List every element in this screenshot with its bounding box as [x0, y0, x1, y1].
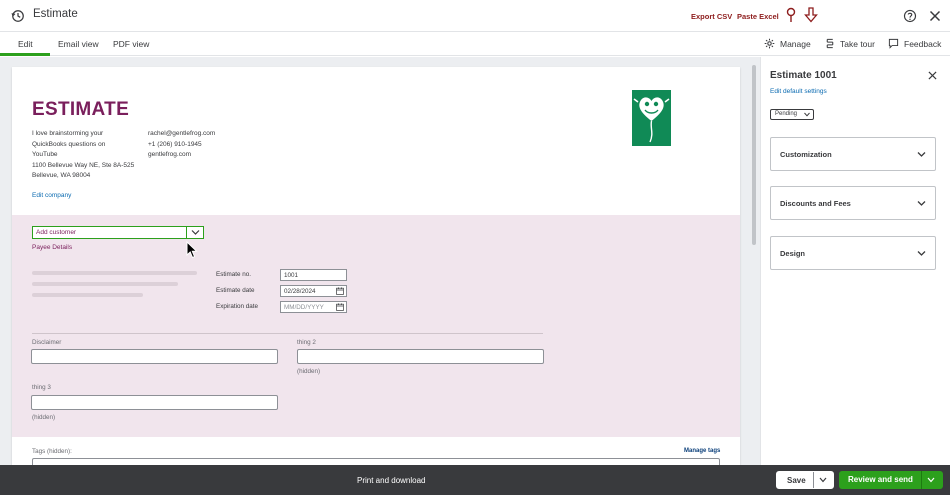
estimate-no-value: 1001: [284, 272, 299, 279]
thing3-label: thing 3: [32, 384, 51, 391]
tab-email-view[interactable]: Email view: [58, 39, 99, 49]
close-icon[interactable]: [928, 71, 937, 80]
loading-placeholder: [32, 271, 197, 275]
feedback-icon: [888, 38, 899, 49]
add-customer-dropdown[interactable]: Add customer: [32, 226, 204, 239]
company-line: I love brainstorming your: [32, 130, 104, 137]
review-split-divider: [921, 471, 922, 489]
manage-button[interactable]: Manage: [764, 38, 811, 49]
save-split-divider: [813, 472, 814, 488]
calendar-icon[interactable]: [336, 303, 344, 311]
pin-icon[interactable]: [785, 7, 797, 23]
mouse-cursor-icon: [186, 241, 198, 259]
company-line: QuickBooks questions on: [32, 140, 106, 148]
manage-label: Manage: [780, 39, 811, 49]
export-csv-link[interactable]: Export CSV: [691, 12, 732, 21]
chevron-down-icon[interactable]: [927, 477, 935, 483]
disclaimer-field[interactable]: [31, 349, 278, 364]
disclaimer-label: Disclaimer: [32, 339, 62, 346]
take-tour-button[interactable]: Take tour: [825, 38, 875, 49]
loading-placeholder: [32, 293, 143, 297]
frog-heart-logo[interactable]: [632, 90, 671, 146]
loading-placeholder: [32, 282, 178, 286]
feedback-button[interactable]: Feedback: [888, 38, 942, 49]
customization-label: Customization: [780, 150, 832, 159]
tab-edit[interactable]: Edit: [18, 39, 33, 49]
tour-icon: [826, 38, 834, 49]
discounts-fees-label: Discounts and Fees: [780, 199, 851, 208]
thing3-field[interactable]: [31, 395, 278, 410]
chevron-down-icon: [917, 251, 926, 256]
chevron-down-icon[interactable]: [186, 227, 203, 238]
feedback-label: Feedback: [904, 39, 942, 49]
expiration-date-label: Expiration date: [216, 303, 259, 310]
manage-tags-link[interactable]: Manage tags: [684, 448, 720, 454]
paste-excel-link[interactable]: Paste Excel: [737, 12, 779, 21]
customization-section[interactable]: Customization: [770, 137, 936, 171]
gear-icon: [764, 38, 775, 49]
chevron-down-icon: [917, 152, 926, 157]
status-dropdown[interactable]: Pending: [770, 109, 815, 120]
thing2-label: thing 2: [297, 339, 316, 346]
edit-default-settings-link[interactable]: Edit default settings: [770, 88, 827, 95]
estimate-no-label: Estimate no.: [216, 271, 251, 278]
review-send-button[interactable]: Review and send: [839, 471, 943, 489]
save-label: Save: [787, 476, 806, 485]
customer-section: Add customer Payee Details Estimate no. …: [12, 215, 740, 437]
chevron-down-icon: [804, 112, 810, 117]
thing2-field[interactable]: [297, 349, 544, 364]
view-tabs: Edit Email view PDF view Manage Take tou…: [0, 32, 950, 56]
tags-field[interactable]: [32, 458, 720, 465]
calendar-icon[interactable]: [336, 287, 344, 295]
section-divider: [32, 333, 543, 334]
close-icon[interactable]: [929, 10, 941, 22]
company-line: YouTube: [32, 151, 58, 158]
contact-website: gentlefrog.com: [148, 151, 191, 158]
estimate-heading: ESTIMATE: [32, 99, 130, 120]
chevron-down-icon[interactable]: [819, 477, 827, 483]
expiration-date-placeholder: MM/DD/YYYY: [284, 304, 324, 311]
company-line: Bellevue, WA 98004: [32, 172, 91, 179]
estimate-no-field[interactable]: 1001: [280, 269, 347, 281]
estimate-date-label: Estimate date: [216, 287, 255, 294]
tab-pdf-view[interactable]: PDF view: [113, 39, 149, 49]
save-button[interactable]: Save: [776, 471, 834, 489]
tags-label: Tags (hidden):: [32, 448, 72, 455]
company-info[interactable]: I love brainstorming your QuickBooks que…: [32, 129, 147, 182]
payee-details-link[interactable]: Payee Details: [32, 244, 72, 251]
take-tour-label: Take tour: [840, 39, 875, 49]
contact-info[interactable]: rachel@gentlefrog.com +1 (206) 910-1945 …: [148, 129, 215, 161]
settings-panel: Estimate 1001 Edit default settings Pend…: [760, 57, 950, 465]
thing2-hidden-note: (hidden): [297, 368, 321, 375]
estimate-date-field[interactable]: 02/28/2024: [280, 285, 347, 297]
estimate-document: ESTIMATE I love brainstorming your Quick…: [12, 67, 740, 465]
design-label: Design: [780, 249, 806, 258]
scrollbar-thumb[interactable]: [752, 65, 756, 245]
design-section[interactable]: Design: [770, 236, 936, 270]
status-value: Pending: [775, 111, 798, 117]
print-download-button[interactable]: Print and download: [357, 476, 426, 485]
thing3-hidden-note: (hidden): [32, 414, 56, 421]
edit-company-link[interactable]: Edit company: [32, 192, 71, 199]
review-send-label: Review and send: [848, 475, 913, 484]
add-customer-placeholder: Add customer: [36, 229, 77, 236]
document-canvas: ESTIMATE I love brainstorming your Quick…: [0, 57, 760, 465]
top-bar: Estimate Export CSV Paste Excel: [0, 0, 950, 32]
company-line: 1100 Bellevue Way NE, Ste 8A-525: [32, 161, 135, 169]
page-title: Estimate: [33, 8, 78, 20]
history-icon[interactable]: [11, 9, 25, 23]
panel-title: Estimate 1001: [770, 70, 837, 81]
active-tab-indicator: [0, 53, 50, 56]
expiration-date-field[interactable]: MM/DD/YYYY: [280, 301, 347, 313]
estimate-date-value: 02/28/2024: [284, 288, 316, 295]
discounts-fees-section[interactable]: Discounts and Fees: [770, 186, 936, 220]
chevron-down-icon: [917, 201, 926, 206]
contact-phone: +1 (206) 910-1945: [148, 140, 202, 148]
contact-email: rachel@gentlefrog.com: [148, 130, 216, 137]
arrow-down-icon[interactable]: [804, 7, 818, 23]
bottom-action-bar: Print and download Save Review and send: [0, 465, 950, 495]
help-icon[interactable]: [903, 9, 917, 23]
